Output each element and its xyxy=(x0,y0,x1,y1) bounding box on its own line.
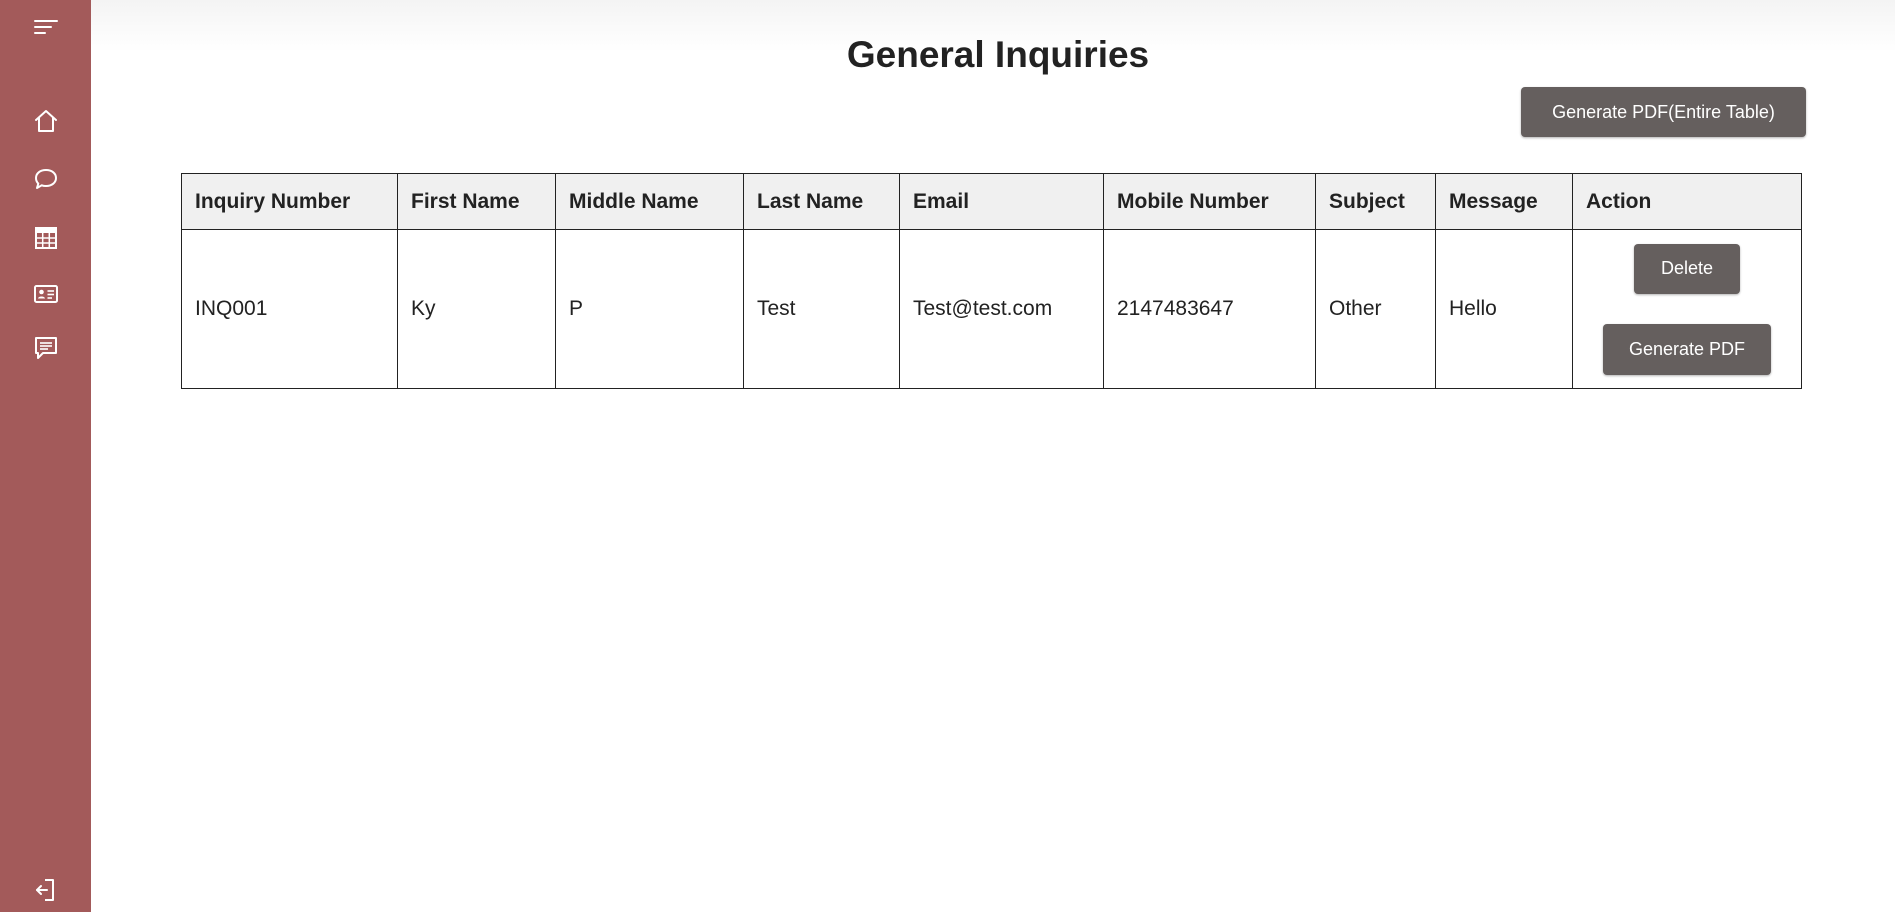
table-header-row: Inquiry Number First Name Middle Name La… xyxy=(181,173,1802,230)
table-row: INQ001 Ky P Test Test@test.com 214748364… xyxy=(181,229,1802,389)
column-header-middle-name: Middle Name xyxy=(555,173,744,230)
sidebar xyxy=(0,0,91,912)
cell-email: Test@test.com xyxy=(899,229,1104,389)
logout-button[interactable] xyxy=(0,870,91,910)
sidebar-item-home[interactable] xyxy=(0,101,91,141)
logout-icon xyxy=(33,877,59,903)
column-header-inquiry-number: Inquiry Number xyxy=(181,173,398,230)
menu-toggle-button[interactable] xyxy=(0,7,91,47)
home-icon xyxy=(33,108,59,134)
column-header-message: Message xyxy=(1435,173,1573,230)
inquiries-table: Inquiry Number First Name Middle Name La… xyxy=(181,173,1802,389)
column-header-first-name: First Name xyxy=(397,173,556,230)
column-header-last-name: Last Name xyxy=(743,173,900,230)
menu-icon xyxy=(33,17,59,37)
cell-action: Delete Generate PDF xyxy=(1572,229,1802,389)
sidebar-item-messages[interactable] xyxy=(0,328,91,368)
cell-inquiry-number: INQ001 xyxy=(181,229,398,389)
chat-icon xyxy=(33,166,59,192)
generate-pdf-entire-table-button[interactable]: Generate PDF(Entire Table) xyxy=(1521,87,1806,137)
id-card-icon xyxy=(33,281,59,307)
sidebar-item-table[interactable] xyxy=(0,218,91,258)
main-content: General Inquiries Generate PDF(Entire Ta… xyxy=(91,0,1895,912)
table-icon xyxy=(33,225,59,251)
column-header-action: Action xyxy=(1572,173,1802,230)
column-header-subject: Subject xyxy=(1315,173,1436,230)
page-title: General Inquiries xyxy=(846,34,1150,75)
column-header-email: Email xyxy=(899,173,1104,230)
cell-message: Hello xyxy=(1435,229,1573,389)
sidebar-item-chat[interactable] xyxy=(0,159,91,199)
column-header-mobile-number: Mobile Number xyxy=(1103,173,1316,230)
sidebar-item-contacts[interactable] xyxy=(0,274,91,314)
cell-first-name: Ky xyxy=(397,229,556,389)
message-icon xyxy=(33,335,59,361)
delete-button[interactable]: Delete xyxy=(1634,243,1740,294)
cell-middle-name: P xyxy=(555,229,744,389)
cell-mobile-number: 2147483647 xyxy=(1103,229,1316,389)
cell-last-name: Test xyxy=(743,229,900,389)
cell-subject: Other xyxy=(1315,229,1436,389)
generate-pdf-button[interactable]: Generate PDF xyxy=(1603,323,1771,375)
